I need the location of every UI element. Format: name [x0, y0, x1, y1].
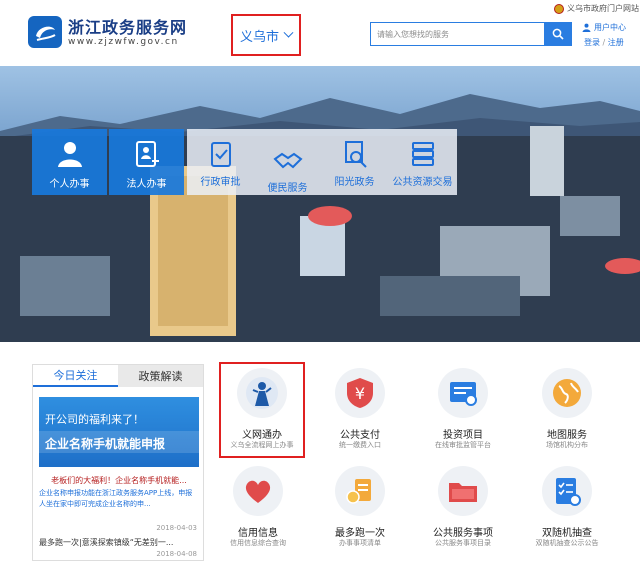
user-center-label: 用户中心 [594, 23, 626, 32]
service-credit-title: 信用信息 [238, 528, 278, 539]
highlight-frame [219, 362, 305, 458]
service-investment-circle [438, 368, 488, 418]
service-public-items-title: 公共服务事项 [433, 528, 493, 539]
magnifier-doc-icon [344, 141, 367, 168]
tile-transparency[interactable]: 阳光政务 [321, 129, 388, 195]
service-investment[interactable]: 投资项目 在线审批监管平台 [418, 368, 508, 458]
user-center-link[interactable]: 用户中心 [582, 22, 626, 33]
tile-public-resource[interactable]: 公共资源交易 [388, 129, 457, 195]
coins-list-icon [346, 479, 371, 504]
service-random-check-sub: 双随机抽查公示公告 [535, 539, 599, 547]
service-payment-title: 公共支付 [340, 430, 380, 441]
tile-transparency-label: 阳光政务 [334, 177, 375, 188]
hero-banner: 个人办事 法人办事 行政审批 便民服务 阳光政务 公共资源交易 [0, 66, 640, 342]
tile-personal[interactable]: 个人办事 [32, 129, 107, 195]
news-item[interactable]: 最多跑一次|意溪探索镇级“无差别一... [39, 537, 199, 548]
auth-links: 登录 / 注册 [584, 37, 624, 48]
tile-admin-approval[interactable]: 行政审批 [187, 129, 254, 195]
register-link[interactable]: 注册 [608, 38, 624, 47]
search-button[interactable] [544, 23, 571, 45]
project-monitor-icon [450, 382, 477, 406]
service-investment-sub: 在线审批监管平台 [435, 441, 491, 449]
id-card-icon [135, 141, 159, 167]
service-map[interactable]: 地图服务 场馆机构分布 [522, 368, 612, 458]
tile-admin-approval-label: 行政审批 [200, 177, 241, 188]
news-tabs: 今日关注 政策解读 [33, 365, 203, 387]
service-payment-circle: ¥ [335, 368, 385, 418]
site-logo-icon[interactable] [28, 16, 62, 48]
site-url: www.zjzwfw.gov.cn [68, 37, 179, 47]
login-link[interactable]: 登录 [584, 38, 600, 47]
site-title: 浙江政务服务网 [68, 18, 188, 37]
service-random-check[interactable]: 双随机抽查 双随机抽查公示公告 [522, 466, 612, 556]
tab-policy[interactable]: 政策解读 [118, 365, 203, 387]
tile-corporate-label: 法人办事 [126, 179, 167, 190]
service-payment[interactable]: ¥ 公共支付 统一缴费入口 [315, 368, 405, 458]
news-image[interactable]: 开公司的福利来了！ 企业名称手机就能申报 [39, 397, 199, 467]
database-icon [411, 142, 434, 166]
service-run-once-title: 最多跑一次 [335, 528, 385, 539]
city-name: 义乌市 [239, 29, 279, 45]
portal-link-label: 义乌市政府门户网站 [567, 4, 639, 13]
search-icon [552, 28, 564, 40]
city-selector[interactable]: 义乌市 [231, 14, 301, 56]
folder-icon [449, 483, 477, 502]
service-random-check-title: 双随机抽查 [542, 528, 592, 539]
news-date: 2018-04-03 [156, 524, 197, 532]
service-run-once-sub: 办事事项清单 [339, 539, 381, 547]
news-headline[interactable]: 老板们的大福利！企业名称手机就能... [39, 475, 199, 486]
news-panel: 今日关注 政策解读 开公司的福利来了！ 企业名称手机就能申报 老板们的大福利！企… [32, 364, 204, 561]
search-box [370, 22, 572, 46]
tile-personal-label: 个人办事 [49, 179, 90, 190]
service-random-check-circle [542, 466, 592, 516]
service-credit[interactable]: 信用信息 信用信息综合查询 [213, 466, 303, 556]
service-map-title: 地图服务 [547, 430, 587, 441]
user-icon [582, 23, 591, 32]
service-public-items-circle [438, 466, 488, 516]
tile-convenience-label: 便民服务 [267, 183, 308, 194]
news-image-line1: 开公司的福利来了！ [45, 413, 144, 426]
handshake-icon [272, 152, 303, 169]
service-map-sub: 场馆机构分布 [546, 441, 588, 449]
news-image-line2: 企业名称手机就能申报 [45, 437, 166, 451]
service-credit-sub: 信用信息综合查询 [230, 539, 286, 547]
news-item-date: 2018-04-08 [156, 550, 197, 558]
service-run-once[interactable]: 最多跑一次 办事事项清单 [315, 466, 405, 556]
tab-today-focus[interactable]: 今日关注 [33, 365, 118, 387]
checklist-icon [556, 478, 581, 506]
service-run-once-circle [335, 466, 385, 516]
portal-link[interactable]: 义乌市政府门户网站 [554, 3, 639, 14]
site-header: 浙江政务服务网 www.zjzwfw.gov.cn 义乌市 义乌市政府门户网站 … [0, 0, 640, 66]
yen-shield-icon: ¥ [347, 378, 373, 408]
service-investment-title: 投资项目 [443, 430, 483, 441]
globe-icon [553, 379, 581, 407]
tile-public-resource-label: 公共资源交易 [392, 177, 453, 188]
tile-corporate[interactable]: 法人办事 [109, 129, 184, 195]
national-emblem-icon [554, 3, 564, 14]
search-input[interactable] [371, 23, 544, 45]
news-description: 企业名称申报功能在浙江政务服务APP上线，申报人坐在家中即可完成企业名称的申..… [39, 489, 193, 508]
clipboard-check-icon [210, 142, 231, 167]
tile-convenience[interactable]: 便民服务 [254, 129, 321, 195]
service-credit-circle [233, 466, 283, 516]
person-icon [57, 142, 82, 167]
service-payment-sub: 统一缴费入口 [339, 441, 381, 449]
service-map-circle [542, 368, 592, 418]
service-public-items-sub: 公共服务事项目录 [435, 539, 491, 547]
chevron-down-icon [283, 27, 294, 38]
lower-content: 今日关注 政策解读 开公司的福利来了！ 企业名称手机就能申报 老板们的大福利！企… [0, 342, 640, 561]
service-public-items[interactable]: 公共服务事项 公共服务事项目录 [418, 466, 508, 556]
svg-text:¥: ¥ [355, 384, 365, 403]
heart-icon [245, 480, 271, 503]
